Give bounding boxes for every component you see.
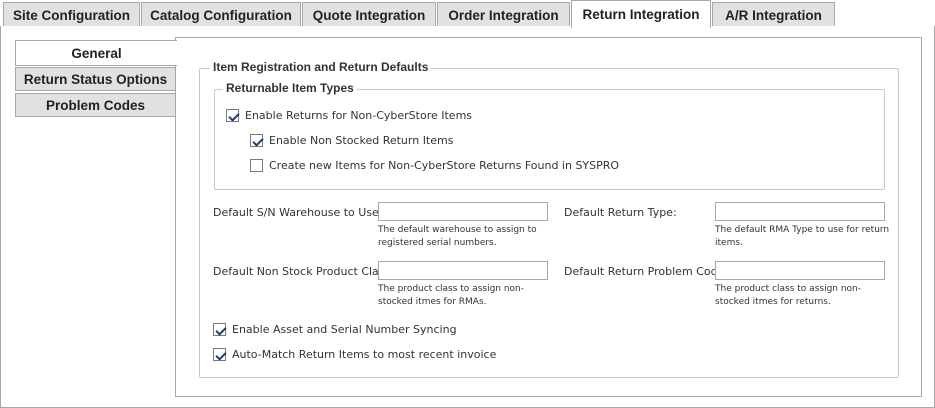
create-new-items-label: Create new Items for Non-CyberStore Retu… [269, 159, 620, 172]
enable-non-stocked-row[interactable]: Enable Non Stocked Return Items [250, 134, 453, 147]
tab-order-integration[interactable]: Order Integration [437, 2, 570, 27]
sn-warehouse-help: The default warehouse to assign to regis… [378, 225, 537, 248]
enable-returns-checkbox[interactable] [226, 109, 239, 122]
nonstock-class-input[interactable] [378, 261, 548, 280]
item-registration-legend: Item Registration and Return Defaults [210, 60, 432, 74]
enable-asset-sync-label: Enable Asset and Serial Number Syncing [232, 323, 457, 336]
enable-non-stocked-checkbox[interactable] [250, 134, 263, 147]
problem-code-input[interactable] [715, 261, 885, 280]
returnable-item-types-legend: Returnable Item Types [223, 81, 357, 95]
tab-catalog-configuration[interactable]: Catalog Configuration [141, 2, 301, 27]
side-tab-return-status-options[interactable]: Return Status Options [15, 67, 176, 91]
enable-returns-label: Enable Returns for Non-CyberStore Items [245, 109, 473, 122]
problem-code-label: Default Return Problem Code: [564, 265, 729, 278]
tab-site-configuration[interactable]: Site Configuration [3, 2, 140, 27]
top-tab-bar: Site Configuration Catalog Configuration… [0, 0, 935, 28]
sn-warehouse-label: Default S/N Warehouse to Use: [213, 206, 383, 219]
create-new-items-row[interactable]: Create new Items for Non-CyberStore Retu… [250, 159, 619, 172]
general-settings-panel: Item Registration and Return Defaults Re… [175, 37, 922, 397]
return-type-help: The default RMA Type to use for return i… [715, 225, 890, 248]
auto-match-label: Auto-Match Return Items to most recent i… [232, 348, 497, 361]
nonstock-class-label: Default Non Stock Product Class: [213, 265, 394, 278]
tab-return-integration[interactable]: Return Integration [571, 0, 711, 28]
nonstock-class-help: The product class to assign non-stocked … [378, 284, 525, 307]
enable-asset-sync-row[interactable]: Enable Asset and Serial Number Syncing [213, 323, 457, 336]
problem-code-help: The product class to assign non-stocked … [715, 284, 862, 307]
side-tab-general[interactable]: General [15, 40, 177, 66]
return-type-label: Default Return Type: [564, 206, 677, 219]
auto-match-checkbox[interactable] [213, 348, 226, 361]
enable-returns-row[interactable]: Enable Returns for Non-CyberStore Items [226, 109, 472, 122]
tab-ar-integration[interactable]: A/R Integration [712, 2, 835, 27]
enable-non-stocked-label: Enable Non Stocked Return Items [269, 134, 454, 147]
side-tab-problem-codes[interactable]: Problem Codes [15, 93, 176, 117]
enable-asset-sync-checkbox[interactable] [213, 323, 226, 336]
create-new-items-checkbox[interactable] [250, 159, 263, 172]
tab-quote-integration[interactable]: Quote Integration [302, 2, 436, 27]
auto-match-row[interactable]: Auto-Match Return Items to most recent i… [213, 348, 496, 361]
return-type-input[interactable] [715, 202, 885, 221]
sn-warehouse-input[interactable] [378, 202, 548, 221]
